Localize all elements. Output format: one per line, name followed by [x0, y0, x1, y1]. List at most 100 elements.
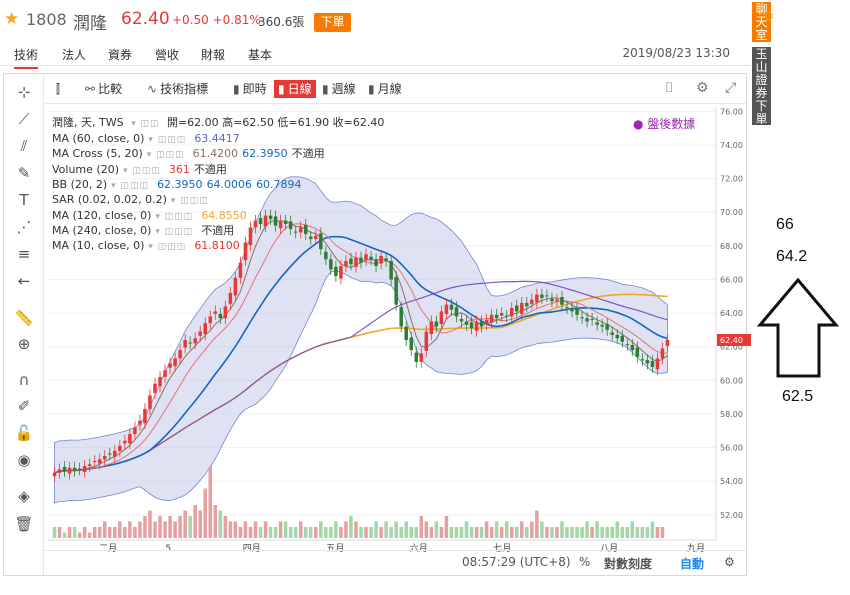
- percent-toggle[interactable]: %: [579, 555, 590, 569]
- candle-body: [92, 460, 97, 462]
- volume-bar: [108, 527, 112, 538]
- legend-title-controls[interactable]: ▾ ◫◫: [131, 119, 159, 129]
- legend-open: 開=62.00: [166, 116, 219, 129]
- volume-bar: [263, 521, 268, 538]
- volume-bar: [570, 527, 574, 538]
- candle-body: [409, 337, 414, 351]
- candle-body: [590, 318, 594, 320]
- candle-body: [334, 266, 338, 277]
- log-scale-toggle[interactable]: 對數刻度: [604, 555, 652, 572]
- volume-bar: [620, 527, 625, 538]
- auto-scale-toggle[interactable]: 自動: [680, 555, 704, 572]
- candle-body: [273, 216, 278, 226]
- candle-body: [384, 258, 388, 261]
- candle-body: [560, 297, 564, 305]
- legend-indicator-name: BB (20, 2): [52, 177, 108, 191]
- volume-bar: [434, 521, 439, 538]
- volume-bar: [253, 521, 258, 538]
- volume-bar: [610, 527, 614, 538]
- candle-body: [283, 220, 288, 224]
- footer-gear-icon[interactable]: ⚙: [724, 555, 735, 569]
- candle-body: [339, 266, 343, 279]
- candle-body: [133, 427, 137, 435]
- candle-body: [565, 307, 569, 309]
- candle-body: [193, 338, 197, 344]
- volume-bar: [102, 521, 107, 538]
- legend-value: 不適用: [193, 162, 227, 176]
- volume-bar: [585, 521, 589, 538]
- candle-body: [324, 251, 328, 260]
- candle-body: [555, 299, 559, 302]
- y-tick-label: 70.00: [720, 208, 743, 217]
- volume-bar: [409, 527, 414, 538]
- volume-bar: [52, 527, 57, 538]
- y-tick-label: 64.00: [720, 309, 743, 318]
- y-tick-label: 76.00: [720, 107, 743, 116]
- volume-bar: [525, 527, 529, 538]
- esun-order-button[interactable]: 玉山證券下單: [752, 47, 771, 126]
- candle-body: [138, 420, 142, 425]
- candle-body: [550, 298, 554, 302]
- volume-bar: [389, 527, 393, 538]
- candle-body: [263, 215, 268, 227]
- candle-body: [509, 308, 514, 317]
- candle-body: [369, 256, 373, 260]
- volume-bar: [268, 527, 273, 538]
- volume-bar: [298, 521, 303, 538]
- candle-body: [635, 347, 640, 357]
- volume-bar: [72, 527, 77, 538]
- volume-bar: [615, 521, 620, 538]
- volume-bar: [278, 521, 283, 538]
- candle-body: [178, 350, 182, 359]
- candle-body: [404, 326, 408, 340]
- volume-bar: [429, 527, 434, 538]
- candle-body: [293, 231, 298, 233]
- candle-body: [87, 464, 92, 467]
- volume-bar: [183, 510, 187, 538]
- volume-bar: [580, 527, 584, 538]
- volume-bar: [600, 527, 604, 538]
- volume-bar: [158, 516, 162, 538]
- legend-value: 62.3950: [242, 147, 288, 161]
- volume-bar: [484, 521, 489, 538]
- candle-body: [474, 321, 479, 331]
- candle-body: [540, 294, 544, 298]
- volume-bar: [77, 532, 82, 538]
- candle-body: [575, 308, 579, 315]
- legend-value: 64.8550: [201, 208, 247, 222]
- volume-bar: [97, 527, 102, 538]
- scroll-handle[interactable]: [765, 12, 773, 20]
- candle-body: [268, 215, 273, 219]
- volume-bar: [303, 527, 308, 538]
- volume-bar: [349, 516, 353, 538]
- candle-body: [434, 321, 439, 327]
- candle-body: [364, 254, 368, 261]
- candle-body: [399, 307, 403, 327]
- candle-body: [248, 227, 253, 245]
- legend-value: 62.3950: [157, 177, 203, 191]
- volume-bar: [394, 521, 398, 538]
- candle-body: [454, 307, 459, 317]
- legend-value: 63.4417: [194, 132, 240, 145]
- candle-body: [258, 218, 263, 224]
- legend-row: MA Cross (5, 20) ▾ ◫◫◫ 61.4200 62.3950 不適用: [52, 146, 325, 162]
- candle-body: [514, 305, 519, 312]
- candle-body: [605, 324, 609, 330]
- candle-body: [520, 302, 524, 314]
- legend-indicator-name: Volume (20): [52, 162, 119, 176]
- candle-body: [198, 331, 202, 336]
- annotation-mid-value: 64.2: [776, 248, 808, 265]
- volume-bar: [514, 527, 519, 538]
- volume-bar: [565, 527, 569, 538]
- volume-bar: [650, 521, 655, 538]
- price-chart[interactable]: 52.0054.0056.0058.0060.0062.0064.0066.00…: [0, 0, 850, 595]
- volume-bar: [374, 521, 378, 538]
- volume-bar: [329, 527, 333, 538]
- volume-bar: [369, 527, 373, 538]
- candle-body: [344, 260, 348, 267]
- volume-bar: [57, 527, 62, 538]
- legend-controls[interactable]: ▾ ◫◫◫: [148, 239, 186, 255]
- volume-bar: [645, 527, 650, 538]
- volume-bar: [339, 527, 343, 538]
- chat-room-button[interactable]: 聊天室: [752, 2, 771, 42]
